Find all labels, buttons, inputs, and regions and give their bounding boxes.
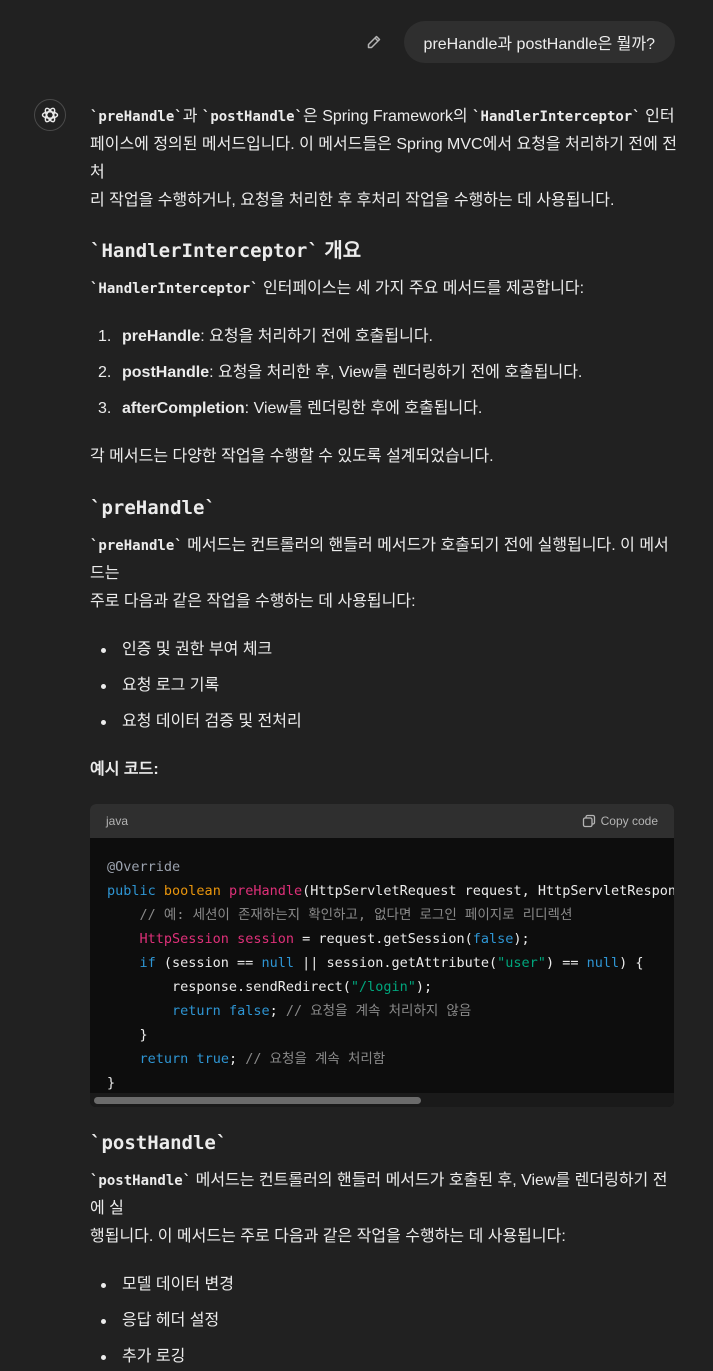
bullet-dot xyxy=(101,720,106,725)
inline-code: `preHandle` xyxy=(90,109,183,125)
code-token: boolean xyxy=(163,883,221,899)
code-line: } xyxy=(107,1023,657,1047)
list-item: 3. afterCompletion: View를 렌더링한 후에 호출됩니다. xyxy=(98,400,483,417)
code-token: HttpSession xyxy=(139,931,229,947)
list-item: 1. preHandle: 요청을 처리하기 전에 호출됩니다. xyxy=(98,328,434,345)
code-token: "/login" xyxy=(350,979,416,995)
code-block: java Copy code @Override public boolean p… xyxy=(90,804,674,1107)
section-heading-posthandle: `postHandle` xyxy=(90,1132,228,1154)
code-line: response.sendRedirect("/login"); xyxy=(107,975,657,999)
code-line: @Override xyxy=(107,855,657,879)
code-block-header: java Copy code xyxy=(90,804,674,838)
code-line: if (session == null || session.getAttrib… xyxy=(107,951,657,975)
scrollbar-thumb[interactable] xyxy=(94,1097,421,1104)
code-line: } xyxy=(107,1071,657,1093)
code-token: = request.getSession( xyxy=(293,931,473,947)
code-token: // 예: 세션이 존재하는지 확인하고, 없다면 로그인 페이지로 리디렉션 xyxy=(139,907,573,923)
posthandle-bullets: 모델 데이터 변경 응답 헤더 설정 추가 로깅 xyxy=(90,1271,680,1371)
bullet-dot xyxy=(101,684,106,689)
code-token: true xyxy=(196,1051,229,1067)
code-token: null xyxy=(261,955,294,971)
code-token: ); xyxy=(415,979,433,995)
code-token: public xyxy=(107,883,156,899)
section-heading-prehandle: `preHandle` xyxy=(90,497,216,519)
example-label: 예시 코드: xyxy=(90,761,159,778)
code-token: ; xyxy=(269,1003,286,1019)
code-token: || session.getAttribute( xyxy=(293,955,498,971)
code-line: public boolean preHandle(HttpServletRequ… xyxy=(107,879,674,903)
bullet-dot xyxy=(101,648,106,653)
bullet-dot xyxy=(101,1355,106,1360)
code-token: } xyxy=(139,1027,148,1043)
list-item: 모델 데이터 변경 xyxy=(90,1271,680,1299)
code-token: ; xyxy=(228,1051,246,1067)
code-token: if xyxy=(139,955,156,971)
prehandle-bullets: 인증 및 권한 부여 체크 요청 로그 기록 요청 데이터 검증 및 전처리 xyxy=(90,636,680,736)
code-token: (HttpServletRequest request, HttpServlet… xyxy=(302,883,674,899)
list-item: 인증 및 권한 부여 체크 xyxy=(90,636,680,664)
code-content: @Override public boolean preHandle(HttpSe… xyxy=(90,838,674,1093)
code-token: false xyxy=(472,931,514,947)
prehandle-description: `preHandle` 메서드는 컨트롤러의 핸들러 메서드가 호출되기 전에 … xyxy=(90,537,669,610)
list-item: 추가 로깅 xyxy=(90,1343,680,1371)
inline-code: `postHandle` xyxy=(201,109,304,125)
methods-list: 1. preHandle: 요청을 처리하기 전에 호출됩니다. 2. postHa… xyxy=(90,323,680,423)
user-message-bubble: preHandle과 postHandle은 뭘까? xyxy=(403,21,675,63)
code-token: return xyxy=(139,1051,189,1067)
inline-code: `HandlerInterceptor` xyxy=(472,109,641,125)
horizontal-scrollbar[interactable] xyxy=(90,1093,674,1107)
list-item: 2. postHandle: 요청을 처리한 후, View를 렌더링하기 전에 … xyxy=(98,364,583,381)
code-token: (session == xyxy=(155,955,262,971)
list-item: 요청 데이터 검증 및 전처리 xyxy=(90,708,680,736)
code-token: response.sendRedirect( xyxy=(172,979,351,995)
code-token: } xyxy=(107,1075,116,1091)
list-item: 응답 헤더 설정 xyxy=(90,1307,680,1335)
code-token: return xyxy=(172,1003,221,1019)
assistant-logo-icon xyxy=(34,99,66,131)
edit-pencil-icon[interactable] xyxy=(358,26,390,58)
code-token: // 요청을 계속 처리함 xyxy=(245,1051,386,1067)
assistant-message: `preHandle`과 `postHandle`은 Spring Framew… xyxy=(90,103,680,1371)
intro-paragraph: `preHandle`과 `postHandle`은 Spring Framew… xyxy=(90,108,678,209)
user-message-row: preHandle과 postHandle은 뭘까? xyxy=(358,21,675,63)
code-token: ); xyxy=(513,931,530,947)
code-token: // 요청을 계속 처리하지 않음 xyxy=(285,1003,472,1019)
copy-icon xyxy=(582,814,595,828)
code-token: session xyxy=(237,931,294,947)
code-token: false xyxy=(228,1003,270,1019)
code-token: @Override xyxy=(107,859,181,875)
bullet-dot xyxy=(101,1283,106,1288)
code-token: preHandle xyxy=(228,883,303,899)
code-line: // 예: 세션이 존재하는지 확인하고, 없다면 로그인 페이지로 리디렉션 xyxy=(107,903,657,927)
posthandle-description: `postHandle` 메서드는 컨트롤러의 핸들러 메서드가 호출된 후, … xyxy=(90,1172,668,1245)
bullet-dot xyxy=(101,1319,106,1324)
list-item: 요청 로그 기록 xyxy=(90,672,680,700)
copy-code-button[interactable]: Copy code xyxy=(582,814,658,828)
overview-summary: 각 메서드는 다양한 작업을 수행할 수 있도록 설계되었습니다. xyxy=(90,448,494,465)
code-token: ) == xyxy=(545,955,587,971)
code-token: "user" xyxy=(497,955,546,971)
code-line: return true; // 요청을 계속 처리함 xyxy=(107,1047,657,1071)
code-line: HttpSession session = request.getSession… xyxy=(107,927,657,951)
overview-description: `HandlerInterceptor` 인터페이스는 세 가지 주요 메서드를… xyxy=(90,280,585,297)
section-heading-overview: `HandlerInterceptor` 개요 xyxy=(90,240,362,262)
code-token: null xyxy=(586,955,620,971)
code-token: ) { xyxy=(619,955,644,971)
code-line: return false; // 요청을 계속 처리하지 않음 xyxy=(107,999,657,1023)
code-language-label: java xyxy=(106,814,129,828)
